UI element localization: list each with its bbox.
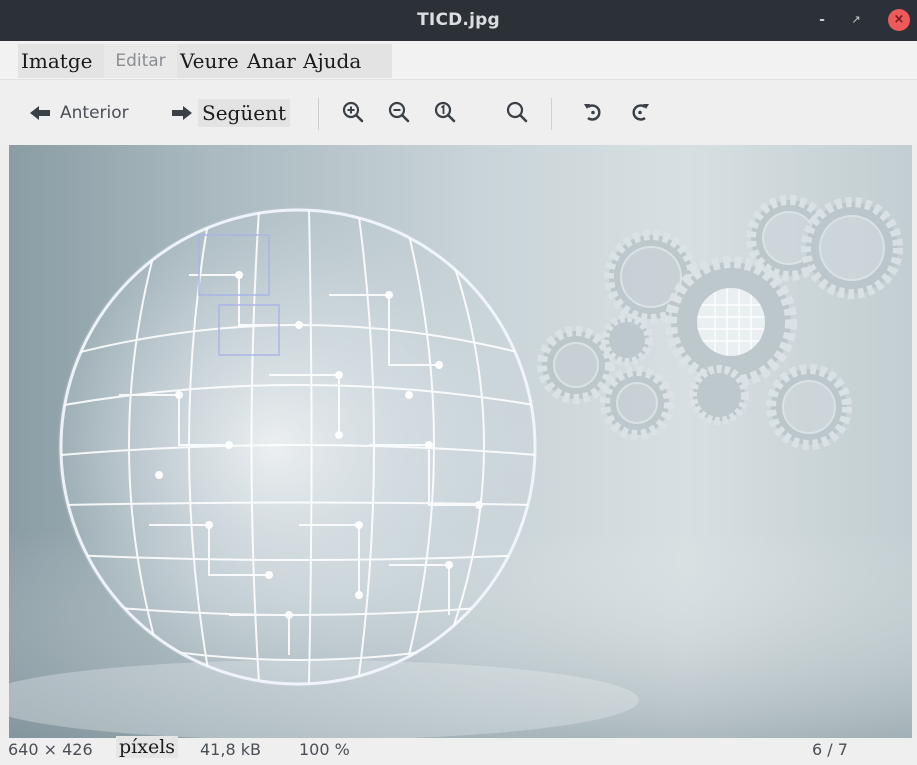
menu-anar[interactable]: Anar [244,44,300,78]
close-button[interactable]: × [888,9,910,31]
zoom-out-button[interactable] [384,97,414,127]
circuit-globe [58,207,538,687]
previous-label: Anterior [60,103,129,123]
next-label: Següent [198,99,290,127]
zoom-in-button[interactable] [338,97,368,127]
zoom-level: 100 % [299,740,350,759]
zoom-fit-icon [506,101,528,123]
rotate-left-icon [584,104,601,121]
image-canvas[interactable] [9,145,912,738]
toolbar: Anterior Següent [0,80,917,145]
rotate-right-button[interactable] [625,97,655,127]
toolbar-separator [551,98,552,130]
rotate-right-icon [632,104,649,121]
minimize-button[interactable]: - [812,10,832,30]
status-bar: 640 × 426 píxels 41,8 kB 100 % 6 / 7 [0,736,917,765]
zoom-original-button[interactable] [430,97,460,127]
arrow-left-icon [30,106,50,120]
zoom-fit-button[interactable] [502,97,532,127]
menu-editar[interactable]: Editar [104,44,177,78]
zoom-original-icon [434,101,456,123]
zoom-out-icon [388,101,410,123]
arrow-right-icon [172,106,192,120]
file-size: 41,8 kB [200,740,261,759]
zoom-in-icon [342,101,364,123]
menu-bar: Imatge Editar Veure Anar Ajuda [0,41,917,80]
maximize-button[interactable]: ↗ [846,10,866,30]
image-dimensions: 640 × 426 [8,740,93,759]
previous-button[interactable]: Anterior [30,97,129,129]
dimension-unit: píxels [116,736,179,758]
menu-ajuda[interactable]: Ajuda [300,44,392,78]
menu-imatge[interactable]: Imatge [18,44,104,78]
menu-veure[interactable]: Veure [177,44,244,78]
window-title: TICD.jpg [417,10,500,30]
rotate-left-button[interactable] [578,97,608,127]
next-button[interactable]: Següent [172,97,290,129]
toolbar-separator [318,98,319,130]
image-position: 6 / 7 [812,740,848,759]
window-titlebar: TICD.jpg - ↗ × [0,0,917,41]
displayed-image [9,195,912,738]
